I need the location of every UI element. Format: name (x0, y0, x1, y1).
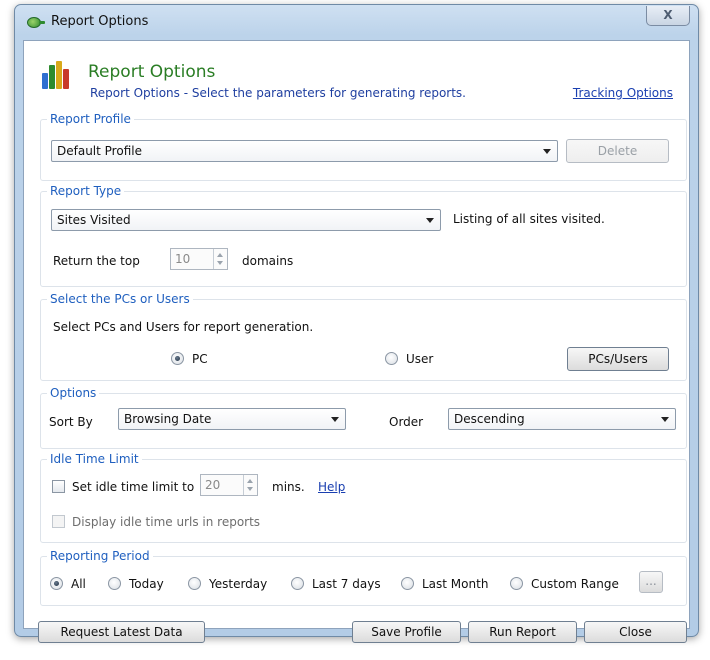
report-type-value: Sites Visited (57, 213, 131, 227)
spinner-buttons[interactable] (243, 475, 257, 495)
period-radio-custom-range[interactable] (510, 577, 523, 590)
period-radio-all[interactable] (50, 577, 63, 590)
top-count-value: 10 (175, 252, 191, 266)
report-profile-group: Report Profile Default Profile Delete (40, 112, 687, 181)
pcs-users-label: Select the PCs or Users (47, 292, 193, 306)
order-label: Order (389, 415, 424, 429)
period-label-all[interactable]: All (71, 577, 86, 591)
radio-pc-label[interactable]: PC (192, 352, 208, 366)
period-label-last-7-days[interactable]: Last 7 days (312, 577, 381, 591)
idle-limit-label[interactable]: Set idle time limit to (72, 480, 194, 494)
reporting-period-label: Reporting Period (47, 549, 153, 563)
period-radio-last-month[interactable] (401, 577, 414, 590)
report-profile-select[interactable]: Default Profile (51, 140, 558, 162)
period-radio-today[interactable] (108, 577, 121, 590)
order-select[interactable]: Descending (448, 408, 676, 430)
window-title: Report Options (51, 14, 149, 29)
chevron-down-icon (331, 417, 339, 422)
run-report-button[interactable]: Run Report (468, 621, 577, 643)
header-subtitle: Report Options - Select the parameters f… (90, 86, 466, 100)
period-label-custom-range[interactable]: Custom Range (531, 577, 619, 591)
sort-by-value: Browsing Date (124, 412, 212, 426)
idle-limit-checkbox[interactable] (52, 480, 65, 493)
radio-user-label[interactable]: User (406, 352, 433, 366)
report-options-window: Report Options X Report Options Report O… (14, 4, 699, 643)
report-profile-label: Report Profile (47, 112, 134, 126)
report-type-group: Report Type Sites Visited Listing of all… (40, 184, 687, 287)
request-latest-data-button[interactable]: Request Latest Data (38, 621, 205, 643)
period-label-yesterday[interactable]: Yesterday (209, 577, 267, 591)
report-type-select[interactable]: Sites Visited (51, 209, 441, 231)
spinner-buttons[interactable] (213, 249, 227, 269)
radio-user[interactable] (385, 352, 398, 365)
idle-minutes-value: 20 (205, 478, 221, 492)
pcs-users-group: Select the PCs or Users Select PCs and U… (40, 292, 687, 381)
period-radio-yesterday[interactable] (188, 577, 201, 590)
order-value: Descending (454, 412, 525, 426)
options-label: Options (47, 386, 100, 400)
custom-range-button[interactable]: ... (639, 571, 663, 593)
display-idle-urls-label[interactable]: Display idle time urls in reports (72, 515, 260, 529)
pcs-users-button[interactable]: PCs/Users (567, 347, 669, 371)
spin-down-icon[interactable] (247, 487, 253, 491)
sort-by-select[interactable]: Browsing Date (118, 408, 346, 430)
options-group: Options Sort By Browsing Date Order Desc… (40, 386, 687, 449)
idle-minutes-spinner[interactable]: 20 (200, 474, 258, 496)
chevron-down-icon (543, 149, 551, 154)
header-title: Report Options (88, 62, 216, 82)
idle-help-link[interactable]: Help (318, 480, 345, 494)
return-top-label: Return the top (53, 254, 140, 268)
spin-up-icon[interactable] (217, 253, 223, 257)
chevron-down-icon (426, 218, 434, 223)
idle-time-label: Idle Time Limit (47, 452, 142, 466)
report-type-label: Report Type (47, 184, 125, 198)
app-logo-icon (27, 17, 45, 28)
delete-profile-button[interactable]: Delete (566, 139, 669, 163)
window-close-button[interactable]: X (646, 6, 690, 26)
top-count-spinner[interactable]: 10 (170, 248, 228, 270)
pcs-users-instruction: Select PCs and Users for report generati… (53, 320, 314, 334)
reporting-period-group: Reporting Period All Today Yesterday Las… (40, 549, 687, 606)
idle-time-group: Idle Time Limit Set idle time limit to 2… (40, 452, 687, 543)
spin-up-icon[interactable] (247, 479, 253, 483)
period-radio-last-7-days[interactable] (291, 577, 304, 590)
display-idle-urls-checkbox[interactable] (52, 515, 65, 528)
report-profile-value: Default Profile (57, 144, 142, 158)
domains-label: domains (242, 254, 294, 268)
report-type-description: Listing of all sites visited. (453, 212, 605, 226)
save-profile-button[interactable]: Save Profile (352, 621, 461, 643)
sort-by-label: Sort By (49, 415, 93, 429)
period-label-last-month[interactable]: Last Month (422, 577, 488, 591)
chevron-down-icon (661, 417, 669, 422)
mins-label: mins. (272, 480, 305, 494)
dialog-body: Report Options Report Options - Select t… (23, 40, 690, 643)
title-bar[interactable]: Report Options X (15, 5, 698, 39)
close-button[interactable]: Close (584, 621, 687, 643)
spin-down-icon[interactable] (217, 261, 223, 265)
period-label-today[interactable]: Today (129, 577, 164, 591)
tracking-options-link[interactable]: Tracking Options (573, 86, 673, 100)
report-chart-icon (42, 61, 70, 89)
radio-pc[interactable] (171, 352, 184, 365)
